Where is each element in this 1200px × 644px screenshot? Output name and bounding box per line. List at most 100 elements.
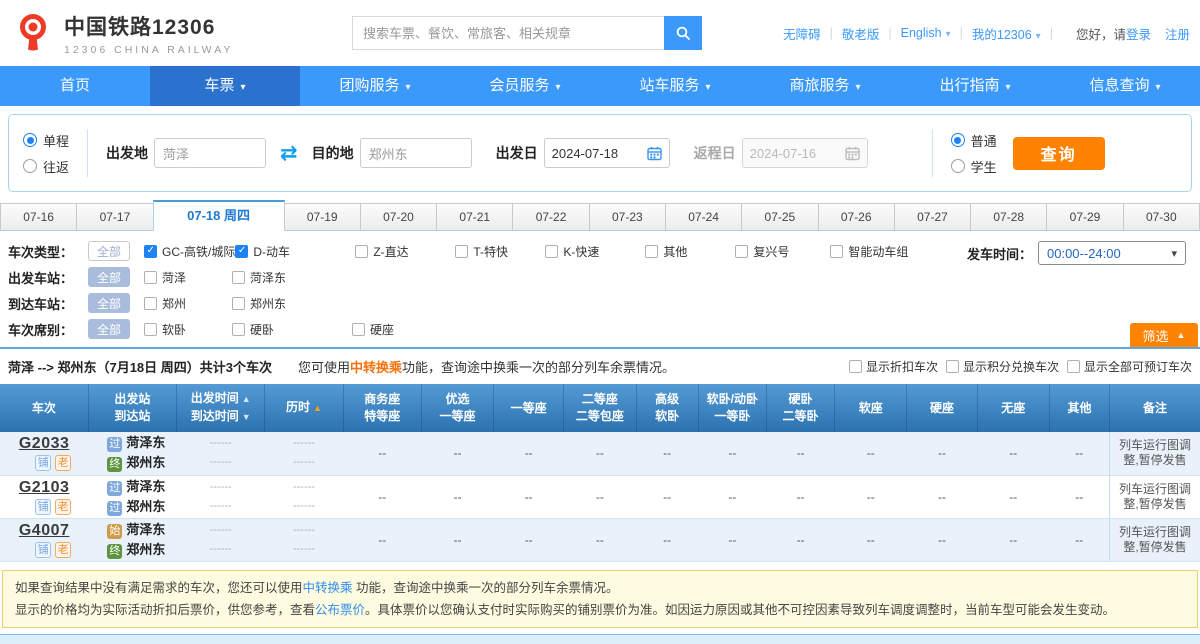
return-date-input[interactable]: 2024-07-16	[742, 138, 868, 168]
filter-option[interactable]: 菏泽东	[232, 269, 352, 286]
checkbox-icon	[352, 323, 365, 336]
link-elder-version[interactable]: 敬老版	[842, 24, 880, 43]
col-no-seat: 无座	[977, 384, 1049, 432]
date-tab[interactable]: 07-23	[589, 203, 666, 230]
filter-row-arrive-station: 到达车站： 全部 郑州 郑州东	[8, 293, 1192, 313]
divider	[932, 129, 933, 177]
train-code-link[interactable]: G2103	[0, 479, 88, 497]
date-tab[interactable]: 07-20	[360, 203, 437, 230]
col-soft-seat: 软座	[835, 384, 907, 432]
filter-option[interactable]: Z-直达	[355, 243, 455, 260]
radio-icon	[23, 159, 37, 173]
search-input[interactable]	[352, 16, 664, 50]
to-input[interactable]	[360, 138, 472, 168]
chevron-down-icon: ▾	[1036, 31, 1041, 42]
nav-station-services[interactable]: 站车服务▾	[600, 66, 750, 106]
published-price-link[interactable]: 公布票价	[315, 603, 365, 617]
date-tab[interactable]: 07-28	[970, 203, 1047, 230]
link-accessibility[interactable]: 无障碍	[783, 24, 821, 43]
terminal-station-badge: 终	[107, 544, 122, 559]
link-my12306[interactable]: 我的12306▾	[972, 24, 1041, 43]
notice-line-2: 显示的价格均为实际活动折扣后票价，供您参考，查看公布票价。具体票价以您确认支付时…	[15, 599, 1185, 621]
toggle-points-trains[interactable]: 显示积分兑换车次	[946, 358, 1059, 375]
type-student-radio[interactable]: 学生	[951, 157, 997, 176]
checkbox-icon	[232, 297, 245, 310]
filter-option[interactable]: 其他	[645, 243, 735, 260]
chevron-down-icon: ▾	[1005, 82, 1010, 93]
filter-option[interactable]: 菏泽	[144, 269, 232, 286]
register-link[interactable]: 注册	[1165, 24, 1190, 43]
filter-all-button[interactable]: 全部	[88, 241, 130, 261]
col-stations: 出发站到达站	[88, 384, 176, 432]
filter-option[interactable]: T-特快	[455, 243, 545, 260]
filter-all-button[interactable]: 全部	[88, 293, 130, 313]
col-times-sort[interactable]: 出发时间▲ 到达时间▼	[177, 384, 265, 432]
filter-option[interactable]: K-快速	[545, 243, 645, 260]
link-english[interactable]: English▾	[901, 26, 951, 40]
filter-all-button[interactable]: 全部	[88, 267, 130, 287]
sleeper-tag: 铺	[35, 455, 51, 471]
date-tab[interactable]: 07-29	[1046, 203, 1123, 230]
toggle-discount-trains[interactable]: 显示折扣车次	[849, 358, 938, 375]
nav-info-query[interactable]: 信息查询▾	[1050, 66, 1200, 106]
nav-member-services[interactable]: 会员服务▾	[450, 66, 600, 106]
transfer-link[interactable]: 中转换乘	[350, 360, 402, 375]
chevron-down-icon: ▾	[405, 82, 410, 93]
filter-option[interactable]: D-动车	[235, 243, 355, 260]
swap-stations-icon[interactable]: ⇄	[280, 143, 298, 164]
nav-group-services[interactable]: 团购服务▾	[300, 66, 450, 106]
date-tabs: 07-16 07-17 07-18 周四 07-19 07-20 07-21 0…	[0, 200, 1200, 231]
date-tab[interactable]: 07-30	[1123, 203, 1200, 230]
date-tab[interactable]: 07-25	[741, 203, 818, 230]
checkbox-icon	[144, 323, 157, 336]
date-tab[interactable]: 07-19	[284, 203, 361, 230]
date-tab[interactable]: 07-21	[436, 203, 513, 230]
date-tab[interactable]: 07-24	[665, 203, 742, 230]
filter-option[interactable]: 软卧	[144, 321, 232, 338]
filter-option[interactable]: 硬卧	[232, 321, 352, 338]
date-tab[interactable]: 07-22	[512, 203, 589, 230]
date-tab[interactable]: 07-27	[894, 203, 971, 230]
col-train-number: 车次	[0, 384, 88, 432]
train-code-link[interactable]: G2033	[0, 435, 88, 453]
chevron-down-icon: ▾	[1155, 82, 1160, 93]
query-button[interactable]: 查询	[1013, 137, 1105, 170]
filter-option[interactable]: 硬座	[352, 321, 452, 338]
radio-icon	[951, 133, 965, 147]
chevron-down-icon: ▾	[240, 82, 245, 93]
divider: |	[888, 26, 891, 40]
transfer-link[interactable]: 中转换乘	[303, 581, 353, 595]
filter-label: 车次席别：	[8, 320, 88, 339]
col-duration-sort[interactable]: 历时▲	[265, 384, 343, 432]
type-normal-radio[interactable]: 普通	[951, 131, 997, 150]
nav-business-travel[interactable]: 商旅服务▾	[750, 66, 900, 106]
nav-home[interactable]: 首页	[0, 66, 150, 106]
from-input[interactable]	[154, 138, 266, 168]
filter-option[interactable]: 智能动车组	[830, 243, 918, 260]
search-button[interactable]	[664, 16, 702, 50]
depart-time-select[interactable]: 00:00--24:00 ▾	[1038, 241, 1186, 265]
trip-single-radio[interactable]: 单程	[23, 131, 69, 150]
pass-station-badge: 过	[107, 481, 122, 496]
train-code-link[interactable]: G4007	[0, 522, 88, 540]
depart-date-input[interactable]: 2024-07-18	[544, 138, 670, 168]
checkbox-icon	[645, 245, 658, 258]
login-link[interactable]: 登录	[1126, 24, 1151, 43]
route-summary: 菏泽 --> 郑州东（7月18日 周四）共计3个车次	[8, 357, 272, 376]
nav-travel-guide[interactable]: 出行指南▾	[900, 66, 1050, 106]
trip-round-radio[interactable]: 往返	[23, 157, 69, 176]
next-section-strip	[0, 634, 1200, 644]
nav-tickets[interactable]: 车票▾	[150, 66, 300, 106]
filter-option[interactable]: 郑州东	[232, 295, 352, 312]
filter-all-button[interactable]: 全部	[88, 319, 130, 339]
filter-option[interactable]: 郑州	[144, 295, 232, 312]
date-tab-active[interactable]: 07-18 周四	[153, 200, 285, 231]
date-tab[interactable]: 07-17	[76, 203, 153, 230]
toggle-bookable-trains[interactable]: 显示全部可预订车次	[1067, 358, 1192, 375]
date-tab[interactable]: 07-16	[0, 203, 77, 230]
filter-button[interactable]: 筛选 ▲	[1130, 323, 1198, 347]
filter-option[interactable]: GC-高铁/城际	[144, 243, 235, 260]
col-other: 其他	[1049, 384, 1109, 432]
date-tab[interactable]: 07-26	[818, 203, 895, 230]
filter-option[interactable]: 复兴号	[735, 243, 830, 260]
